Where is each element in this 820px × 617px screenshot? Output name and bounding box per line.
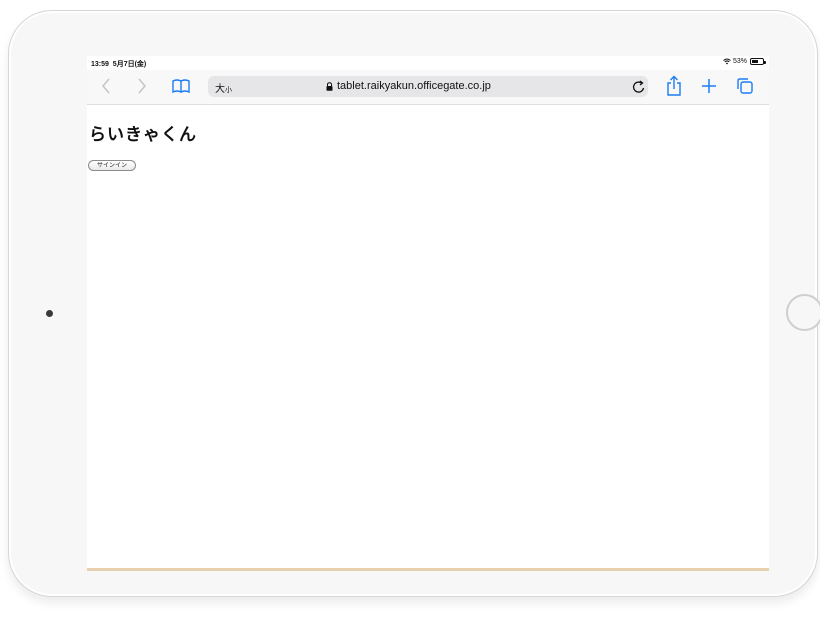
lock-icon (326, 81, 333, 91)
status-datetime: 13:59 5月7日(金) (91, 59, 146, 69)
status-date: 5月7日(金) (112, 61, 147, 68)
tabs-icon[interactable] (735, 76, 755, 96)
status-time: 13:59 (91, 61, 109, 68)
status-bar: 13:59 5月7日(金) 53% (87, 56, 769, 70)
status-indicators: 53% (723, 58, 766, 65)
web-page: らいきゃくん サインイン (87, 105, 769, 568)
text-size-small: 小 (225, 86, 232, 94)
forward-button[interactable] (132, 76, 152, 96)
signin-button[interactable]: サインイン (88, 160, 137, 171)
reload-icon[interactable] (631, 79, 647, 95)
battery-percent: 53% (732, 58, 747, 65)
chevron-left-icon (102, 78, 110, 94)
address-bar[interactable]: 大小 tablet.raikyakun.officegate.co.jp (208, 76, 648, 97)
url-text: tablet.raikyakun.officegate.co.jp (337, 80, 491, 92)
url-display[interactable]: tablet.raikyakun.officegate.co.jp (326, 80, 491, 92)
safari-toolbar: 大小 tablet.raikyakun.officegate.co.jp (87, 70, 769, 105)
page-title: らいきゃくん (89, 125, 197, 145)
share-icon[interactable] (664, 75, 684, 97)
screen: 13:59 5月7日(金) 53% 大小 tablet.raikyakun.of… (87, 56, 769, 571)
ipad-frame: 13:59 5月7日(金) 53% 大小 tablet.raikyakun.of… (8, 10, 820, 597)
bookmarks-icon (172, 79, 190, 93)
front-camera (46, 310, 53, 317)
text-size-button[interactable]: 大小 (215, 80, 232, 95)
text-size-large: 大 (215, 84, 225, 95)
plus-icon[interactable] (699, 76, 719, 96)
wifi-icon (723, 58, 731, 65)
battery-icon (750, 58, 766, 65)
bookmarks-button[interactable] (171, 76, 191, 96)
back-button[interactable] (96, 76, 116, 96)
home-button[interactable] (786, 294, 820, 331)
chevron-right-icon (138, 78, 146, 94)
